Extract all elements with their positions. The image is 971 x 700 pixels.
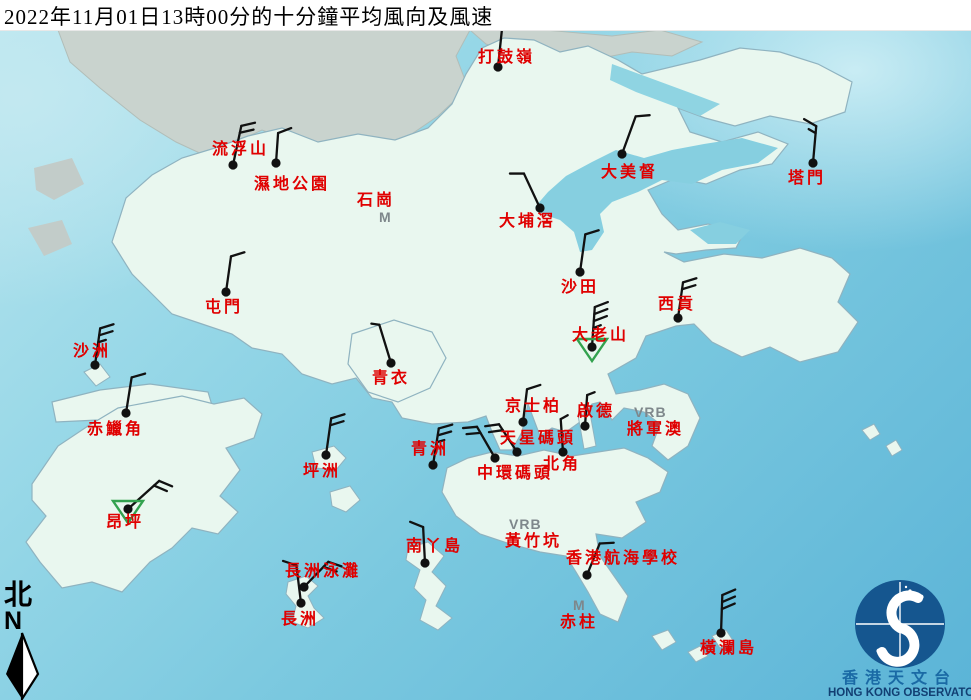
station-status-shek-kong: M	[379, 210, 392, 224]
station-dot	[321, 450, 330, 459]
station-dot	[580, 421, 589, 430]
station-tai-po-kau	[510, 174, 545, 213]
north-compass: 北 N	[2, 582, 42, 700]
north-arrow-icon	[3, 632, 41, 700]
station-label-cheung-chau: 長洲	[281, 611, 319, 628]
station-tsing-yi	[371, 324, 395, 368]
station-label-cheung-chau-beach: 長洲泳灘	[285, 563, 361, 580]
wind-map-page: 2022年11月01日13時00分的十分鐘平均風向及風速	[0, 0, 971, 700]
station-dot	[123, 504, 132, 513]
station-dot	[90, 360, 99, 369]
station-dot	[420, 558, 429, 567]
station-dot	[299, 582, 308, 591]
station-label-tai-po-kau: 大埔滘	[499, 213, 556, 230]
station-dot	[271, 158, 280, 167]
station-label-hk-sea-school: 香港航海學校	[566, 550, 680, 567]
station-tai-mei-tuk	[617, 115, 649, 158]
stations-layer	[0, 30, 971, 700]
station-dot	[428, 460, 437, 469]
station-label-peng-chau: 坪洲	[303, 463, 341, 480]
station-dot	[296, 598, 305, 607]
station-sha-tin	[575, 230, 598, 276]
station-label-sha-chau: 沙洲	[73, 343, 111, 360]
station-dot	[518, 417, 527, 426]
station-tap-mun	[804, 119, 817, 167]
station-label-lau-fau-shan: 流浮山	[212, 141, 269, 158]
station-label-sai-kung: 西貢	[658, 296, 696, 313]
station-label-chek-lap-kok: 赤鱲角	[87, 421, 144, 438]
station-dot	[535, 203, 544, 212]
station-dot	[575, 267, 584, 276]
station-label-tsing-yi: 青衣	[372, 370, 410, 387]
station-dot	[490, 453, 499, 462]
hko-logo: 香港天文台 HONG KONG OBSERVATORY	[828, 578, 971, 700]
station-label-wong-chuk-hang: 黃竹坑	[505, 533, 562, 550]
station-label-central-pier: 中環碼頭	[477, 465, 553, 482]
station-label-north-point: 北角	[543, 456, 581, 473]
station-label-wetland-park: 濕地公園	[254, 176, 330, 193]
station-label-tap-mun: 塔門	[788, 170, 826, 187]
station-dot	[221, 287, 230, 296]
station-dot	[121, 408, 130, 417]
station-dot	[617, 149, 626, 158]
station-status-tseung-kwan-o: VRB	[634, 405, 667, 419]
station-dot	[808, 158, 817, 167]
station-dot	[716, 628, 725, 637]
hong-kong-map: 打鼓嶺流浮山濕地公園石崗M大美督塔門大埔滘沙田屯門沙洲西貢大老山青衣赤鱲角坪洲青…	[0, 30, 971, 700]
station-dot	[512, 447, 521, 456]
station-label-star-ferry: 天星碼頭	[500, 430, 576, 447]
station-status-stanley: M	[573, 598, 586, 612]
station-label-ta-kwu-ling: 打鼓嶺	[478, 49, 535, 66]
station-label-tseung-kwan-o: 將軍澳	[627, 421, 684, 438]
station-status-wong-chuk-hang: VRB	[509, 517, 542, 531]
station-dot	[386, 358, 395, 367]
station-dot	[673, 313, 682, 322]
station-label-green-island: 青洲	[411, 441, 449, 458]
station-label-lamma-island: 南丫島	[406, 538, 463, 555]
station-tuen-mun	[221, 252, 244, 296]
station-waglan-island	[716, 590, 735, 638]
page-title: 2022年11月01日13時00分的十分鐘平均風向及風速	[4, 1, 493, 31]
station-label-tai-mei-tuk: 大美督	[601, 164, 658, 181]
station-dot	[228, 160, 237, 169]
station-label-waglan-island: 橫瀾島	[700, 640, 757, 657]
station-label-stanley: 赤柱	[560, 614, 598, 631]
station-dot	[582, 570, 591, 579]
hko-name-chinese: 香港天文台	[828, 671, 971, 687]
title-bar: 2022年11月01日13時00分的十分鐘平均風向及風速	[0, 0, 971, 31]
station-label-tuen-mun: 屯門	[205, 299, 243, 316]
station-label-tates-cairn: 大老山	[572, 327, 629, 344]
north-letter: N	[4, 610, 42, 632]
north-chinese: 北	[4, 582, 42, 610]
station-wetland-park	[271, 128, 291, 168]
station-label-shek-kong: 石崗	[357, 192, 395, 209]
station-label-kings-park: 京士柏	[505, 398, 562, 415]
station-label-kai-tak: 啟德	[577, 403, 615, 420]
station-chek-lap-kok	[121, 374, 145, 418]
station-label-sha-tin: 沙田	[561, 279, 599, 296]
station-peng-chau	[321, 414, 344, 459]
hko-logo-icon	[844, 578, 956, 670]
station-label-ngong-ping: 昂坪	[106, 514, 144, 531]
hko-name-english: HONG KONG OBSERVATORY	[828, 687, 971, 700]
